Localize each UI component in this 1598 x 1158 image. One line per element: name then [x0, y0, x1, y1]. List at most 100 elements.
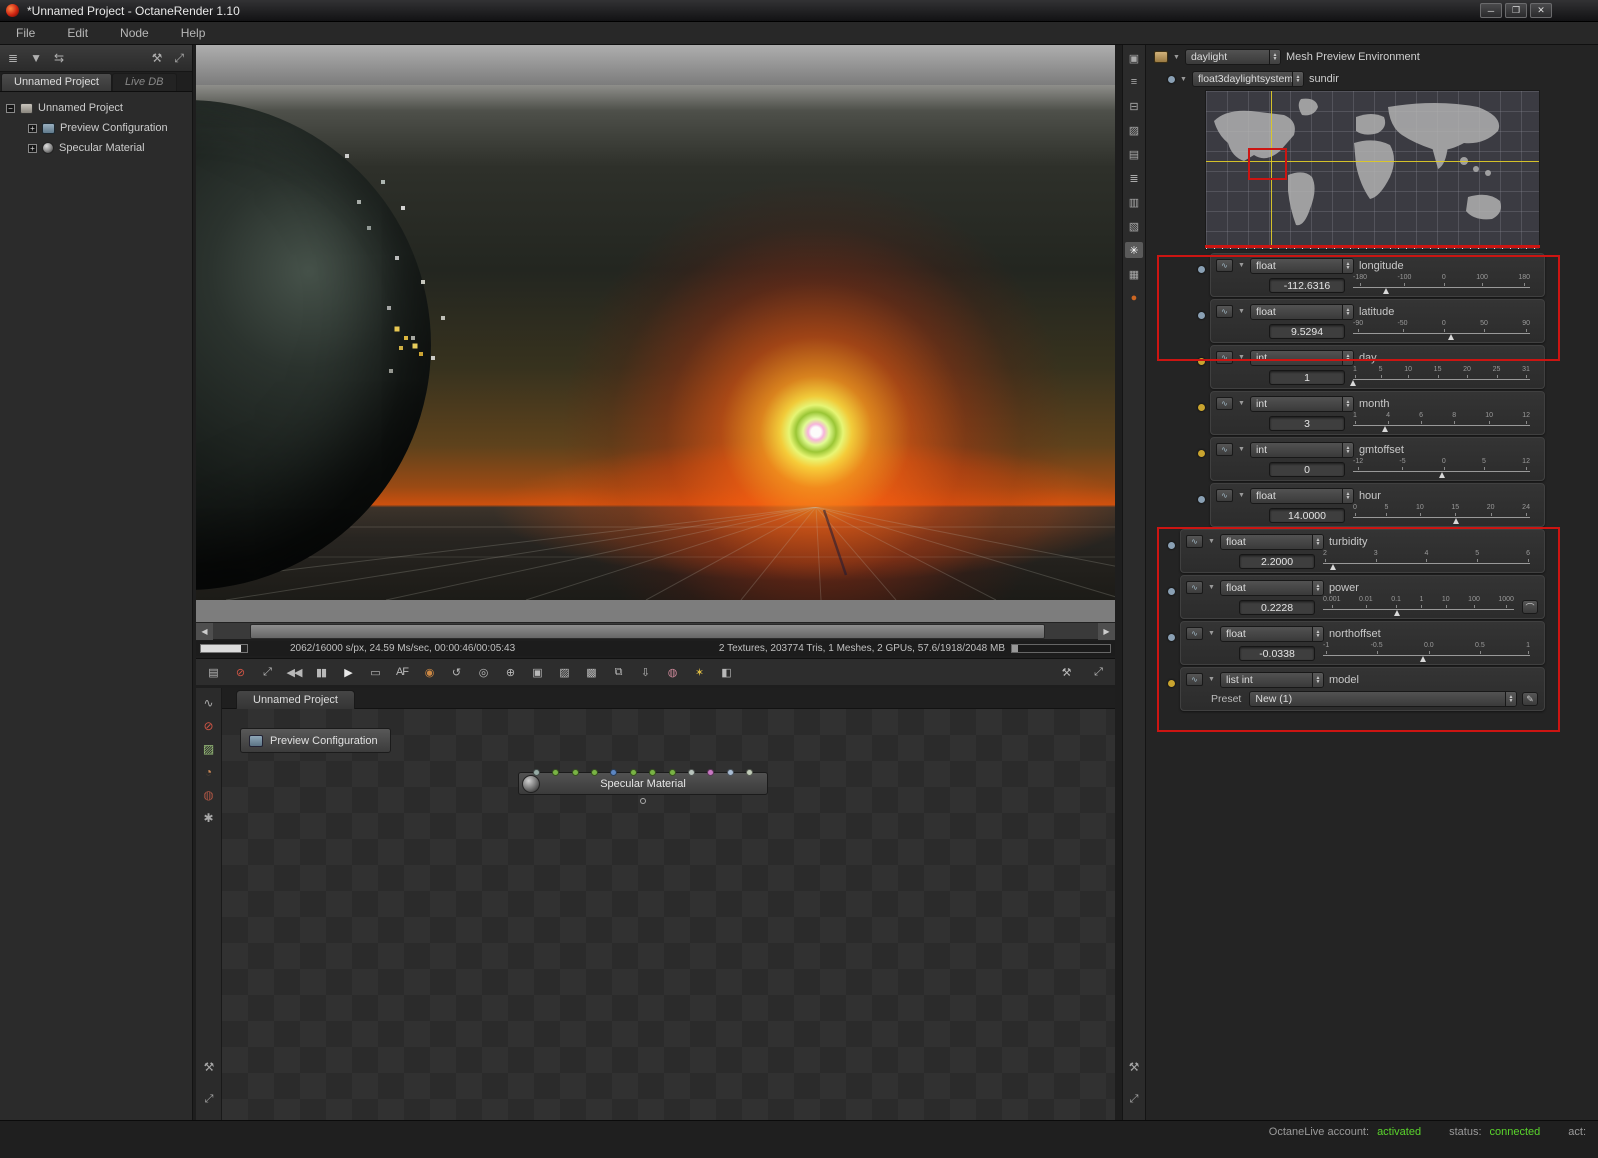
collapse-arrow-icon[interactable]: ▼: [1208, 630, 1215, 637]
menu-help[interactable]: Help: [165, 26, 222, 40]
param-type-latitude[interactable]: float ▲ ▼: [1249, 303, 1354, 320]
param-type-model[interactable]: list int ▲ ▼: [1219, 671, 1324, 688]
mesh-icon[interactable]: ≡: [1125, 74, 1143, 90]
inspector-wrench-icon[interactable]: ⚒: [1122, 1060, 1146, 1074]
kernel-icon[interactable]: ≣: [1125, 170, 1143, 186]
slider-thumb[interactable]: [1330, 564, 1337, 570]
spinner-icon[interactable]: ▲ ▼: [1311, 626, 1323, 641]
visible-environment-icon[interactable]: ▦: [1125, 266, 1143, 282]
spinner-icon[interactable]: ▲ ▼: [1341, 396, 1353, 411]
collapse-arrow-icon[interactable]: ▼: [1238, 262, 1245, 269]
environment-type-dropdown[interactable]: daylight ▲ ▼: [1184, 49, 1281, 65]
link-tool-icon[interactable]: ∿: [203, 696, 213, 710]
spinner-icon[interactable]: ▲ ▼: [1311, 534, 1323, 549]
tab-unnamed-project[interactable]: Unnamed Project: [1, 73, 112, 91]
render-settings-wrench-icon[interactable]: ⚒: [1057, 663, 1075, 681]
node-pin-longitude[interactable]: [1198, 266, 1205, 273]
preview-configuration-node[interactable]: Preview Configuration: [240, 728, 391, 753]
viewport-scrollbar[interactable]: ◀ ▶: [196, 622, 1115, 640]
material-pin-1[interactable]: [552, 769, 560, 776]
texture-image-icon[interactable]: ▨: [1125, 122, 1143, 138]
node-pin-northoffset[interactable]: [1168, 634, 1175, 641]
image-node-icon[interactable]: ▨: [203, 742, 214, 756]
slider-thumb[interactable]: [1453, 518, 1460, 524]
tree-root-row[interactable]: − Unnamed Project: [0, 98, 192, 118]
collapse-arrow-icon[interactable]: ▼: [1238, 308, 1245, 315]
save-render-icon[interactable]: ▤: [204, 663, 222, 681]
preset-dropdown[interactable]: New (1) ▲ ▼: [1249, 691, 1517, 707]
settings-wrench-icon[interactable]: ⚒: [152, 51, 163, 66]
graph-settings-wrench-icon[interactable]: ⚒: [196, 1060, 222, 1074]
collapse-arrow-icon[interactable]: ▼: [1208, 676, 1215, 683]
edit-preset-icon[interactable]: ✎: [1522, 692, 1538, 706]
render-viewport[interactable]: [196, 45, 1115, 622]
spinner-icon[interactable]: ▲ ▼: [1291, 72, 1303, 86]
checker-background-icon[interactable]: ▩: [582, 663, 600, 681]
spinner-icon[interactable]: ▲ ▼: [1341, 442, 1353, 457]
node-graph-button[interactable]: ∿: [1186, 627, 1203, 640]
param-value-latitude[interactable]: 9.5294: [1269, 323, 1345, 339]
param-value-turbidity[interactable]: 2.2000: [1239, 553, 1315, 569]
param-value-gmtoffset[interactable]: 0: [1269, 461, 1345, 477]
collapse-arrow-icon[interactable]: ▼: [1238, 492, 1245, 499]
response-curve-icon[interactable]: ⌒: [1522, 600, 1538, 614]
alpha-mode-icon[interactable]: ▨: [555, 663, 573, 681]
fit-viewport-icon[interactable]: ⤢: [258, 663, 276, 681]
param-type-hour[interactable]: float ▲ ▼: [1249, 487, 1354, 504]
param-type-month[interactable]: int ▲ ▼: [1249, 395, 1354, 412]
delete-node-icon[interactable]: ⊘: [203, 719, 213, 733]
node-gear-icon[interactable]: ✱: [203, 811, 213, 825]
node-graph-button[interactable]: ∿: [1216, 305, 1233, 318]
torus-preview-icon[interactable]: ◍: [203, 788, 213, 802]
param-value-hour[interactable]: 14.0000: [1269, 507, 1345, 523]
export-image-icon[interactable]: ⇩: [636, 663, 654, 681]
material-pin-6[interactable]: [649, 769, 657, 776]
focus-picker-icon[interactable]: ◎: [474, 663, 492, 681]
slider-thumb[interactable]: [1350, 380, 1356, 386]
environment-star-icon[interactable]: ✳: [1125, 242, 1143, 258]
save-project-icon[interactable]: ▼: [30, 51, 42, 65]
scroll-left-icon[interactable]: ◀: [196, 623, 213, 640]
node-graph-button[interactable]: ∿: [1186, 581, 1203, 594]
fullscreen-icon[interactable]: ⤢: [1089, 663, 1107, 681]
node-pin-gmtoffset[interactable]: [1198, 450, 1205, 457]
liquid-drop-icon[interactable]: ●: [1125, 290, 1143, 306]
material-pin-4[interactable]: [610, 769, 618, 776]
render-image[interactable]: [196, 85, 1115, 600]
material-pin-9[interactable]: [707, 769, 715, 776]
param-type-power[interactable]: float ▲ ▼: [1219, 579, 1324, 596]
node-pin-turbidity[interactable]: [1168, 542, 1175, 549]
spinner-icon[interactable]: ▲ ▼: [1341, 488, 1353, 503]
node-graph-button[interactable]: ∿: [1216, 397, 1233, 410]
param-slider-longitude[interactable]: -180 -100 0 100 180: [1353, 273, 1530, 297]
param-type-gmtoffset[interactable]: int ▲ ▼: [1249, 441, 1354, 458]
expand-expander-icon[interactable]: +: [28, 123, 37, 133]
spinner-icon[interactable]: ▲ ▼: [1505, 692, 1516, 706]
node-pin-model[interactable]: [1168, 680, 1175, 687]
param-value-power[interactable]: 0.2228: [1239, 599, 1315, 615]
import-export-icon[interactable]: ⇆: [54, 51, 64, 65]
menu-edit[interactable]: Edit: [51, 26, 104, 40]
close-button[interactable]: ✕: [1530, 3, 1552, 18]
material-output-pin[interactable]: [640, 798, 646, 804]
material-pin-10[interactable]: [726, 769, 734, 776]
node-pin-month[interactable]: [1198, 404, 1205, 411]
collapse-arrow-icon[interactable]: ▼: [1238, 446, 1245, 453]
param-slider-latitude[interactable]: -90 -50 0 50 90: [1353, 319, 1530, 343]
specular-material-node[interactable]: Specular Material: [518, 769, 768, 804]
node-list-icon[interactable]: ≣: [8, 51, 18, 65]
film-settings-icon[interactable]: ▤: [1125, 146, 1143, 162]
maximize-button[interactable]: ❐: [1505, 3, 1527, 18]
param-value-longitude[interactable]: -112.6316: [1269, 277, 1345, 293]
tree-item-specular-material[interactable]: + Specular Material: [0, 138, 192, 158]
restart-render-icon[interactable]: ◀◀: [285, 663, 303, 681]
param-type-day[interactable]: int ▲ ▼: [1249, 349, 1354, 366]
collapse-arrow-icon[interactable]: ▼: [1180, 76, 1187, 83]
tab-live-db[interactable]: Live DB: [112, 73, 177, 91]
collapse-arrow-icon[interactable]: ▼: [1238, 354, 1245, 361]
sundir-pin-dot[interactable]: [1168, 75, 1175, 83]
node-graph-button[interactable]: ∿: [1216, 489, 1233, 502]
param-slider-power[interactable]: 0.001 0.01 0.1 1 10 100 1000: [1323, 595, 1514, 619]
start-render-icon[interactable]: ▶: [339, 663, 357, 681]
material-pin-3[interactable]: [591, 769, 599, 776]
